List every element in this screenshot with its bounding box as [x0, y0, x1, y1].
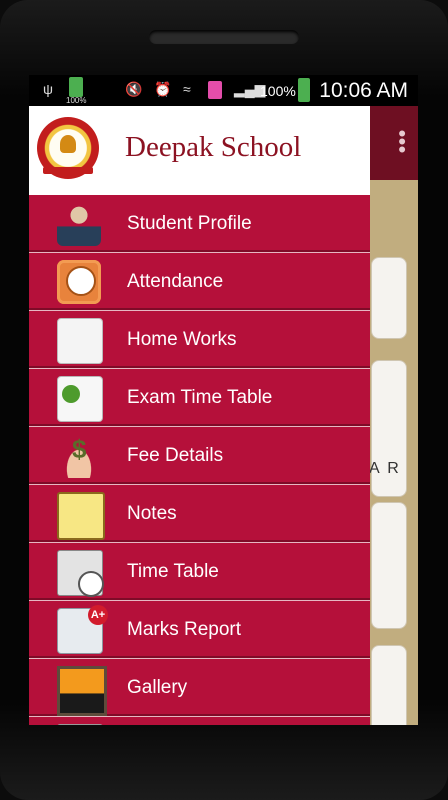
menu-item-label: Student Profile	[127, 213, 252, 234]
marks-report-icon: A+	[57, 605, 108, 654]
drawer-menu: Student Profile Attendance Home Works Ex…	[29, 195, 370, 725]
drawer-header: Deepak School	[29, 106, 370, 195]
background-card	[371, 257, 407, 339]
background-card	[371, 502, 407, 629]
menu-item-home-works[interactable]: Home Works	[29, 311, 370, 369]
menu-item-marks-report[interactable]: A+ Marks Report	[29, 601, 370, 659]
screen: ψ 100% 🔇 ⏰ ≈ ▂▄▆ 100% 10:06 AM • • • A R D…	[29, 75, 418, 725]
gallery-icon	[57, 666, 107, 716]
menu-item-label: Attendance	[127, 271, 224, 292]
fee-icon: $	[57, 434, 101, 478]
student-profile-icon	[57, 202, 101, 246]
background-text: A R	[369, 460, 401, 477]
homework-icon	[57, 318, 103, 364]
menu-item-label: Home Works	[127, 329, 237, 350]
menu-item-label: Time Table	[127, 561, 219, 582]
clock: 10:06 AM	[319, 79, 408, 102]
battery-percent: 100%	[260, 83, 296, 99]
alarm-icon: ⏰	[154, 81, 172, 97]
notes-icon	[57, 492, 105, 540]
overflow-menu-icon[interactable]: • • •	[398, 123, 406, 161]
menu-item-attendance[interactable]: Attendance	[29, 253, 370, 311]
menu-item-label: Notes	[127, 503, 177, 524]
mute-icon: 🔇	[125, 81, 143, 97]
sim-icon	[208, 81, 222, 99]
status-bar: ψ 100% 🔇 ⏰ ≈ ▂▄▆ 100% 10:06 AM	[29, 75, 418, 106]
timetable-icon	[57, 550, 104, 597]
menu-item-exam-time-table[interactable]: Exam Time Table	[29, 369, 370, 427]
speaker-grille	[149, 30, 299, 44]
menu-item-label: Exam Time Table	[127, 387, 273, 408]
menu-item-fee-details[interactable]: $ Fee Details	[29, 427, 370, 485]
battery-icon	[298, 78, 310, 102]
battery-icon	[69, 77, 83, 97]
menu-item-notes[interactable]: Notes	[29, 485, 370, 543]
menu-item-partial[interactable]	[29, 717, 370, 725]
menu-item-student-profile[interactable]: Student Profile	[29, 195, 370, 253]
usb-icon: ψ	[43, 81, 53, 97]
left-battery-percent: 100%	[66, 96, 87, 105]
attendance-icon	[57, 260, 101, 304]
navigation-drawer: Deepak School Student Profile Attendance…	[29, 106, 370, 725]
exam-timetable-icon	[57, 376, 103, 422]
school-name: Deepak School	[125, 131, 302, 163]
menu-item-label: Fee Details	[127, 445, 224, 466]
menu-item-time-table[interactable]: Time Table	[29, 543, 370, 601]
school-crest-icon	[37, 117, 99, 179]
wifi-icon: ≈	[183, 81, 191, 97]
background-card	[371, 645, 407, 725]
menu-item-label: Marks Report	[127, 619, 242, 640]
menu-item-gallery[interactable]: Gallery	[29, 659, 370, 717]
phone-frame: ψ 100% 🔇 ⏰ ≈ ▂▄▆ 100% 10:06 AM • • • A R D…	[0, 0, 448, 800]
clipboard-icon	[57, 724, 103, 725]
menu-item-label: Gallery	[127, 677, 188, 698]
